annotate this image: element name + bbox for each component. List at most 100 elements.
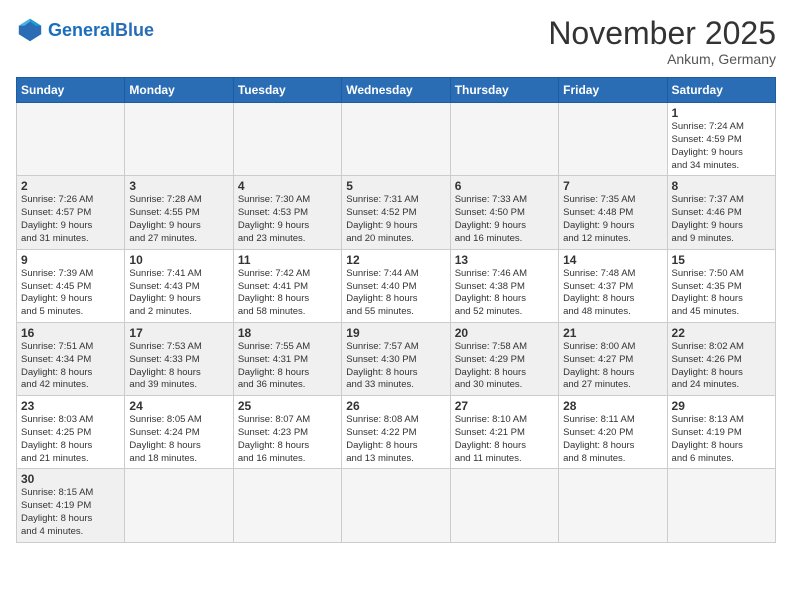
calendar-cell: 11Sunrise: 7:42 AM Sunset: 4:41 PM Dayli… <box>233 249 341 322</box>
calendar-cell: 16Sunrise: 7:51 AM Sunset: 4:34 PM Dayli… <box>17 322 125 395</box>
calendar-week-row: 9Sunrise: 7:39 AM Sunset: 4:45 PM Daylig… <box>17 249 776 322</box>
calendar-cell: 12Sunrise: 7:44 AM Sunset: 4:40 PM Dayli… <box>342 249 450 322</box>
header: GeneralBlue November 2025 Ankum, Germany <box>16 16 776 67</box>
calendar-cell: 21Sunrise: 8:00 AM Sunset: 4:27 PM Dayli… <box>559 322 667 395</box>
calendar-cell <box>450 469 558 542</box>
day-info: Sunrise: 7:55 AM Sunset: 4:31 PM Dayligh… <box>238 341 337 392</box>
month-title: November 2025 <box>548 16 776 51</box>
calendar-cell: 13Sunrise: 7:46 AM Sunset: 4:38 PM Dayli… <box>450 249 558 322</box>
day-number: 15 <box>672 253 771 267</box>
day-info: Sunrise: 8:15 AM Sunset: 4:19 PM Dayligh… <box>21 487 120 538</box>
day-info: Sunrise: 8:07 AM Sunset: 4:23 PM Dayligh… <box>238 414 337 465</box>
calendar-header-row: Sunday Monday Tuesday Wednesday Thursday… <box>17 78 776 103</box>
day-number: 14 <box>563 253 662 267</box>
calendar-cell: 30Sunrise: 8:15 AM Sunset: 4:19 PM Dayli… <box>17 469 125 542</box>
logo-blue: Blue <box>115 20 154 40</box>
day-number: 26 <box>346 399 445 413</box>
day-number: 17 <box>129 326 228 340</box>
day-number: 6 <box>455 179 554 193</box>
day-info: Sunrise: 7:46 AM Sunset: 4:38 PM Dayligh… <box>455 268 554 319</box>
day-info: Sunrise: 7:26 AM Sunset: 4:57 PM Dayligh… <box>21 194 120 245</box>
calendar-cell: 4Sunrise: 7:30 AM Sunset: 4:53 PM Daylig… <box>233 176 341 249</box>
col-friday: Friday <box>559 78 667 103</box>
day-number: 9 <box>21 253 120 267</box>
location: Ankum, Germany <box>548 51 776 67</box>
calendar-cell <box>559 469 667 542</box>
col-saturday: Saturday <box>667 78 775 103</box>
day-number: 16 <box>21 326 120 340</box>
day-number: 13 <box>455 253 554 267</box>
calendar-cell: 9Sunrise: 7:39 AM Sunset: 4:45 PM Daylig… <box>17 249 125 322</box>
calendar-cell: 29Sunrise: 8:13 AM Sunset: 4:19 PM Dayli… <box>667 396 775 469</box>
calendar-cell: 6Sunrise: 7:33 AM Sunset: 4:50 PM Daylig… <box>450 176 558 249</box>
calendar-cell: 23Sunrise: 8:03 AM Sunset: 4:25 PM Dayli… <box>17 396 125 469</box>
day-info: Sunrise: 8:00 AM Sunset: 4:27 PM Dayligh… <box>563 341 662 392</box>
calendar-week-row: 1Sunrise: 7:24 AM Sunset: 4:59 PM Daylig… <box>17 103 776 176</box>
calendar-week-row: 2Sunrise: 7:26 AM Sunset: 4:57 PM Daylig… <box>17 176 776 249</box>
day-number: 28 <box>563 399 662 413</box>
day-info: Sunrise: 7:42 AM Sunset: 4:41 PM Dayligh… <box>238 268 337 319</box>
day-info: Sunrise: 7:35 AM Sunset: 4:48 PM Dayligh… <box>563 194 662 245</box>
day-info: Sunrise: 7:48 AM Sunset: 4:37 PM Dayligh… <box>563 268 662 319</box>
calendar-cell: 1Sunrise: 7:24 AM Sunset: 4:59 PM Daylig… <box>667 103 775 176</box>
day-number: 30 <box>21 472 120 486</box>
logo-text: GeneralBlue <box>48 21 154 39</box>
day-info: Sunrise: 8:05 AM Sunset: 4:24 PM Dayligh… <box>129 414 228 465</box>
calendar-cell: 28Sunrise: 8:11 AM Sunset: 4:20 PM Dayli… <box>559 396 667 469</box>
day-number: 7 <box>563 179 662 193</box>
calendar-cell <box>233 103 341 176</box>
calendar-cell: 25Sunrise: 8:07 AM Sunset: 4:23 PM Dayli… <box>233 396 341 469</box>
calendar-cell: 26Sunrise: 8:08 AM Sunset: 4:22 PM Dayli… <box>342 396 450 469</box>
page: GeneralBlue November 2025 Ankum, Germany… <box>0 0 792 612</box>
day-number: 21 <box>563 326 662 340</box>
calendar-week-row: 23Sunrise: 8:03 AM Sunset: 4:25 PM Dayli… <box>17 396 776 469</box>
day-info: Sunrise: 7:33 AM Sunset: 4:50 PM Dayligh… <box>455 194 554 245</box>
day-number: 25 <box>238 399 337 413</box>
col-wednesday: Wednesday <box>342 78 450 103</box>
day-number: 11 <box>238 253 337 267</box>
day-number: 18 <box>238 326 337 340</box>
day-info: Sunrise: 7:58 AM Sunset: 4:29 PM Dayligh… <box>455 341 554 392</box>
calendar-cell <box>342 469 450 542</box>
day-info: Sunrise: 7:53 AM Sunset: 4:33 PM Dayligh… <box>129 341 228 392</box>
calendar-cell: 27Sunrise: 8:10 AM Sunset: 4:21 PM Dayli… <box>450 396 558 469</box>
calendar-cell: 24Sunrise: 8:05 AM Sunset: 4:24 PM Dayli… <box>125 396 233 469</box>
day-info: Sunrise: 7:28 AM Sunset: 4:55 PM Dayligh… <box>129 194 228 245</box>
calendar-cell <box>667 469 775 542</box>
calendar-cell: 5Sunrise: 7:31 AM Sunset: 4:52 PM Daylig… <box>342 176 450 249</box>
day-number: 5 <box>346 179 445 193</box>
calendar-cell: 17Sunrise: 7:53 AM Sunset: 4:33 PM Dayli… <box>125 322 233 395</box>
logo-general: General <box>48 20 115 40</box>
calendar-cell: 10Sunrise: 7:41 AM Sunset: 4:43 PM Dayli… <box>125 249 233 322</box>
day-number: 23 <box>21 399 120 413</box>
calendar-week-row: 16Sunrise: 7:51 AM Sunset: 4:34 PM Dayli… <box>17 322 776 395</box>
day-info: Sunrise: 7:24 AM Sunset: 4:59 PM Dayligh… <box>672 121 771 172</box>
calendar-cell <box>559 103 667 176</box>
day-info: Sunrise: 8:11 AM Sunset: 4:20 PM Dayligh… <box>563 414 662 465</box>
day-info: Sunrise: 7:50 AM Sunset: 4:35 PM Dayligh… <box>672 268 771 319</box>
day-number: 19 <box>346 326 445 340</box>
day-info: Sunrise: 7:30 AM Sunset: 4:53 PM Dayligh… <box>238 194 337 245</box>
col-monday: Monday <box>125 78 233 103</box>
day-info: Sunrise: 8:13 AM Sunset: 4:19 PM Dayligh… <box>672 414 771 465</box>
calendar-cell: 18Sunrise: 7:55 AM Sunset: 4:31 PM Dayli… <box>233 322 341 395</box>
calendar-cell <box>342 103 450 176</box>
calendar-cell: 14Sunrise: 7:48 AM Sunset: 4:37 PM Dayli… <box>559 249 667 322</box>
calendar-cell <box>17 103 125 176</box>
day-number: 4 <box>238 179 337 193</box>
day-info: Sunrise: 8:08 AM Sunset: 4:22 PM Dayligh… <box>346 414 445 465</box>
calendar-cell <box>125 103 233 176</box>
day-number: 1 <box>672 106 771 120</box>
calendar-cell: 3Sunrise: 7:28 AM Sunset: 4:55 PM Daylig… <box>125 176 233 249</box>
day-number: 24 <box>129 399 228 413</box>
day-info: Sunrise: 7:41 AM Sunset: 4:43 PM Dayligh… <box>129 268 228 319</box>
calendar-cell: 2Sunrise: 7:26 AM Sunset: 4:57 PM Daylig… <box>17 176 125 249</box>
day-number: 27 <box>455 399 554 413</box>
day-number: 20 <box>455 326 554 340</box>
col-thursday: Thursday <box>450 78 558 103</box>
col-tuesday: Tuesday <box>233 78 341 103</box>
calendar-week-row: 30Sunrise: 8:15 AM Sunset: 4:19 PM Dayli… <box>17 469 776 542</box>
logo: GeneralBlue <box>16 16 154 44</box>
logo-icon <box>16 16 44 44</box>
day-number: 29 <box>672 399 771 413</box>
